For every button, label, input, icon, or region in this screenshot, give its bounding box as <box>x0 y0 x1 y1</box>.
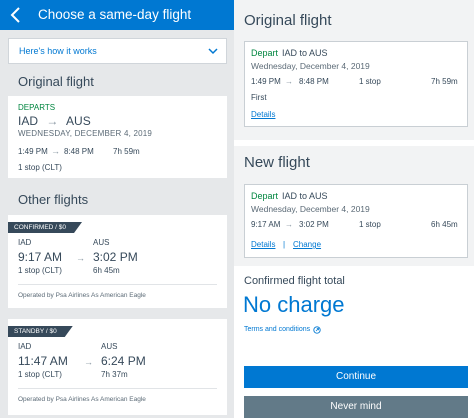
arrive-time: 3:02 PM <box>93 250 138 264</box>
details-link[interactable]: Details <box>251 240 275 249</box>
new-flight-heading: New flight <box>244 154 310 171</box>
stops: 1 stop (CLT) <box>18 163 62 172</box>
stops: 1 stop (CLT) <box>18 370 62 379</box>
stops: 1 stop (CLT) <box>18 266 62 275</box>
original-flight-heading: Original flight <box>18 74 94 89</box>
link-separator: | <box>283 240 286 249</box>
other-flights-heading: Other flights <box>18 192 89 207</box>
chevron-down-icon <box>208 48 218 55</box>
original-flight-card: DEPARTS IAD → AUS WEDNESDAY, DECEMBER 4,… <box>8 96 227 178</box>
duration: 7h 59m <box>113 147 140 156</box>
status-badge: STANDBY / $0 <box>8 326 73 337</box>
depart-line: Depart IAD to AUS <box>251 191 328 201</box>
depart-time: 11:47 AM <box>18 354 68 368</box>
new-flight-summary: Depart IAD to AUS Wednesday, December 4, … <box>244 184 468 258</box>
arrive-time: 8:48 PM <box>299 77 329 86</box>
duration: 7h 59m <box>431 77 458 86</box>
chevron-left-icon[interactable] <box>8 6 24 24</box>
destination: AUS <box>93 238 110 247</box>
terms-link[interactable]: Terms and conditions <box>244 326 310 333</box>
page-title: Choose a same-day flight <box>38 7 192 22</box>
origin: IAD <box>18 342 32 351</box>
how-it-works-dropdown[interactable]: Here's how it works <box>8 38 227 64</box>
arrow-right-icon: → <box>285 220 293 229</box>
operator: Operated by Psa Airlines As American Eag… <box>18 292 146 299</box>
cabin: First <box>251 93 267 102</box>
never-mind-button[interactable]: Never mind <box>244 396 468 418</box>
arrive-time: 8:48 PM <box>64 147 94 156</box>
arrive-time: 6:24 PM <box>101 354 146 368</box>
original-flight-section: Original flight Depart IAD to AUS Wednesd… <box>234 0 474 140</box>
stops: 1 stop <box>359 77 381 86</box>
route: IAD to AUS <box>282 48 328 58</box>
external-link-icon <box>313 326 321 334</box>
route: IAD to AUS <box>282 191 328 201</box>
destination: AUS <box>66 114 91 128</box>
duration: 6h 45m <box>93 266 120 275</box>
destination: AUS <box>101 342 118 351</box>
continue-button[interactable]: Continue <box>244 366 468 388</box>
arrow-right-icon: → <box>46 114 59 128</box>
depart-label: Depart <box>251 48 279 58</box>
right-panel: Original flight Depart IAD to AUS Wednesd… <box>234 0 474 418</box>
new-flight-section: New flight Depart IAD to AUS Wednesday, D… <box>234 146 474 266</box>
divider <box>18 388 217 389</box>
depart-time: 9:17 AM <box>18 250 63 264</box>
stops: 1 stop <box>359 220 381 229</box>
depart-label: Depart <box>251 191 279 201</box>
origin: IAD <box>18 114 39 128</box>
route: IAD → AUS <box>18 114 91 128</box>
arrow-right-icon: → <box>51 146 60 156</box>
arrow-right-icon: → <box>76 253 85 263</box>
flight-option-card[interactable]: STANDBY / $0 IAD AUS 11:47 AM → 6:24 PM … <box>8 319 227 415</box>
departs-label: DEPARTS <box>18 103 56 112</box>
arrow-right-icon: → <box>285 77 293 86</box>
depart-line: Depart IAD to AUS <box>251 48 328 58</box>
arrive-time: 3:02 PM <box>299 220 329 229</box>
app-header: Choose a same-day flight <box>0 0 234 30</box>
duration: 6h 45m <box>431 220 458 229</box>
left-panel: Choose a same-day flight Here's how it w… <box>0 0 234 418</box>
operator: Operated by Psa Airlines As American Eag… <box>18 396 146 403</box>
change-link[interactable]: Change <box>293 240 321 249</box>
original-flight-summary: Depart IAD to AUS Wednesday, December 4, … <box>244 41 468 127</box>
flight-date: Wednesday, December 4, 2019 <box>251 61 370 71</box>
depart-time: 1:49 PM <box>18 147 48 156</box>
flight-option-card[interactable]: CONFIRMED / $0 IAD AUS 9:17 AM → 3:02 PM… <box>8 215 227 308</box>
origin: IAD <box>18 238 32 247</box>
depart-time: 9:17 AM <box>251 220 281 229</box>
flight-date: Wednesday, December 4, 2019 <box>251 204 370 214</box>
duration: 7h 37m <box>101 370 128 379</box>
total-label: Confirmed flight total <box>244 275 345 287</box>
details-link[interactable]: Details <box>251 110 275 119</box>
divider <box>18 284 217 285</box>
how-it-works-label: Here's how it works <box>19 46 97 56</box>
arrow-right-icon: → <box>84 357 93 367</box>
depart-time: 1:49 PM <box>251 77 281 86</box>
original-flight-heading: Original flight <box>244 12 332 29</box>
total-value: No charge <box>243 292 345 317</box>
flight-date: WEDNESDAY, DECEMBER 4, 2019 <box>18 129 153 138</box>
status-badge: CONFIRMED / $0 <box>8 222 82 233</box>
